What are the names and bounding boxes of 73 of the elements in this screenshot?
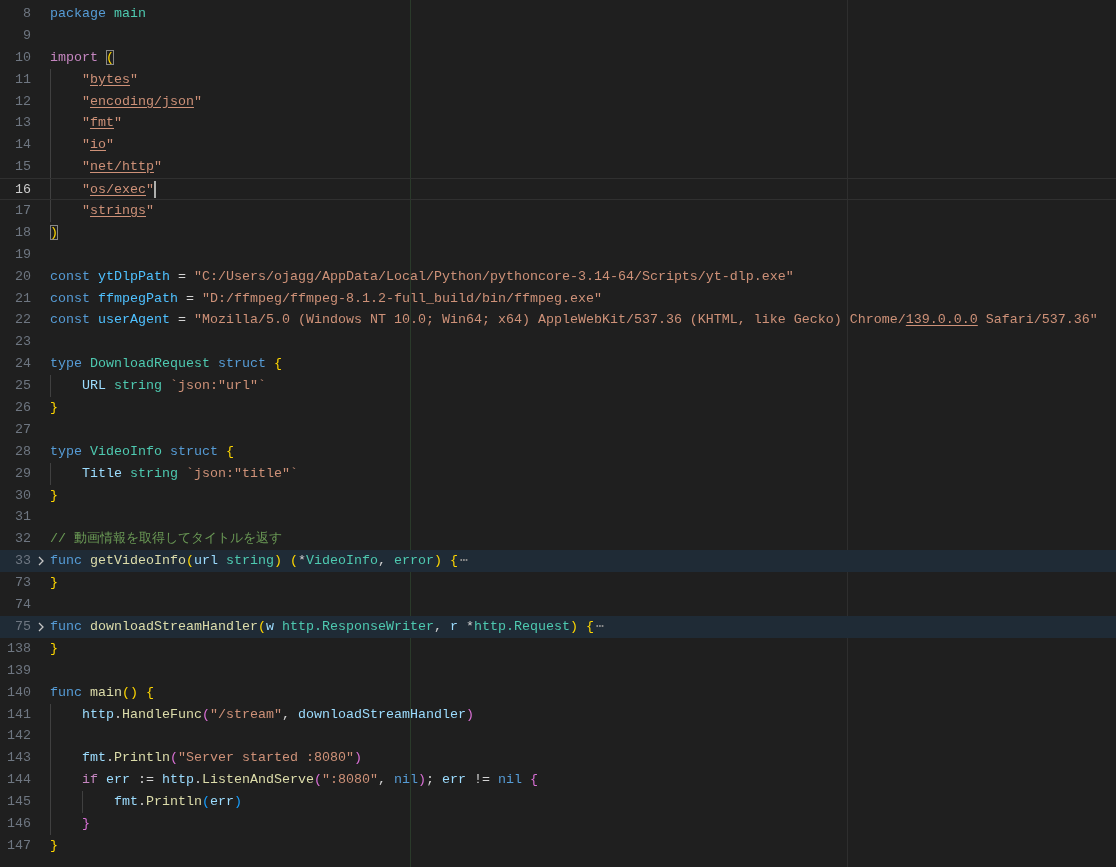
code-line: package main xyxy=(50,5,146,23)
line-number: 30 xyxy=(14,486,31,505)
code-line: type VideoInfo struct { xyxy=(50,442,234,461)
code-line: } xyxy=(50,639,58,658)
line-number: 140 xyxy=(6,683,31,702)
code-line: type DownloadRequest struct { xyxy=(50,355,282,374)
line-number: 19 xyxy=(14,245,31,264)
code-line: http.HandleFunc("/stream", downloadStreamHandler) xyxy=(82,705,474,724)
line-number: 75 xyxy=(14,617,31,636)
code-line: const ffmpegPath = "D:/ffmpeg/ffmpeg-8.1.2-full_build/bin/ffmpeg.exe" xyxy=(50,289,602,308)
line-number: 10 xyxy=(14,48,31,67)
line-number: 74 xyxy=(14,596,31,615)
line-number: 141 xyxy=(6,705,31,724)
line-number: 15 xyxy=(14,158,31,177)
line-number: 16 xyxy=(14,181,31,199)
line-number: 139 xyxy=(6,661,31,680)
chevron-right-icon[interactable] xyxy=(36,621,45,632)
line-number: 23 xyxy=(14,333,31,352)
line-number: 18 xyxy=(14,223,31,242)
code-line: fmt.Println(err) xyxy=(114,793,242,812)
code-line: } xyxy=(50,399,58,418)
line-number: 145 xyxy=(6,793,31,812)
code-line: if err := http.ListenAndServe(":8080", nil); err != nil { xyxy=(82,771,538,790)
line-number: 17 xyxy=(14,202,31,220)
code-line: "strings" xyxy=(82,202,154,220)
code-line: func getVideoInfo(url string) (*VideoInfo, error) {⋯ xyxy=(50,552,469,571)
code-line: "net/http" xyxy=(82,158,162,177)
code-line: } xyxy=(50,836,58,855)
line-number: 22 xyxy=(14,311,31,330)
line-number: 144 xyxy=(6,771,31,790)
code-line: const userAgent = "Mozilla/5.0 (Windows NT 10.0; Win64; x64) AppleWebKit/537.36 (KHTML, like Gecko) Chrome/139.0.0.0 Safari/537.36" xyxy=(50,311,1098,330)
code-line: import ( xyxy=(50,48,114,67)
line-number: 143 xyxy=(6,749,31,768)
line-number: 21 xyxy=(14,289,31,308)
line-number: 32 xyxy=(14,530,31,549)
code-line: func main() { xyxy=(50,683,154,702)
line-number: 25 xyxy=(14,377,31,396)
line-number: 12 xyxy=(14,92,31,111)
line-number: 14 xyxy=(14,136,31,155)
line-number: 138 xyxy=(6,639,31,658)
line-number: 20 xyxy=(14,267,31,286)
line-number: 27 xyxy=(14,420,31,439)
line-number: 73 xyxy=(14,574,31,593)
code-line: fmt.Println("Server started :8080") xyxy=(82,749,362,768)
line-number: 147 xyxy=(6,836,31,855)
line-number: 11 xyxy=(14,70,31,89)
code-line: const ytDlpPath = "C:/Users/ojagg/AppData/Local/Python/pythoncore-3.14-64/Scripts/yt-dlp.exe" xyxy=(50,267,794,286)
code-line: // 動画情報を取得してタイトルを返す xyxy=(50,530,282,549)
code-line: "io" xyxy=(82,136,114,155)
code-line: "encoding/json" xyxy=(82,92,202,111)
code-line: "bytes" xyxy=(82,70,138,89)
line-number: 142 xyxy=(6,727,31,746)
line-number: 146 xyxy=(6,814,31,833)
line-number: 13 xyxy=(14,114,31,133)
code-line: URL string `json:"url"` xyxy=(82,377,266,396)
line-number: 26 xyxy=(14,399,31,418)
line-number: 31 xyxy=(14,508,31,527)
line-number: 33 xyxy=(14,552,31,571)
code-line: } xyxy=(50,486,58,505)
line-number: 29 xyxy=(14,464,31,483)
code-line: } xyxy=(50,574,58,593)
code-line: } xyxy=(82,814,90,833)
line-number: 9 xyxy=(22,26,31,45)
code-line: "fmt" xyxy=(82,114,122,133)
line-number: 8 xyxy=(22,5,31,23)
line-number: 24 xyxy=(14,355,31,374)
text-cursor xyxy=(154,180,156,198)
code-line: "os/exec" xyxy=(82,181,154,199)
chevron-right-icon[interactable] xyxy=(36,556,45,567)
code-line: func downloadStreamHandler(w http.ResponseWriter, r *http.Request) {⋯ xyxy=(50,617,605,636)
line-number: 28 xyxy=(14,442,31,461)
code-line: Title string `json:"title"` xyxy=(82,464,298,483)
code-line: ) xyxy=(50,223,58,242)
